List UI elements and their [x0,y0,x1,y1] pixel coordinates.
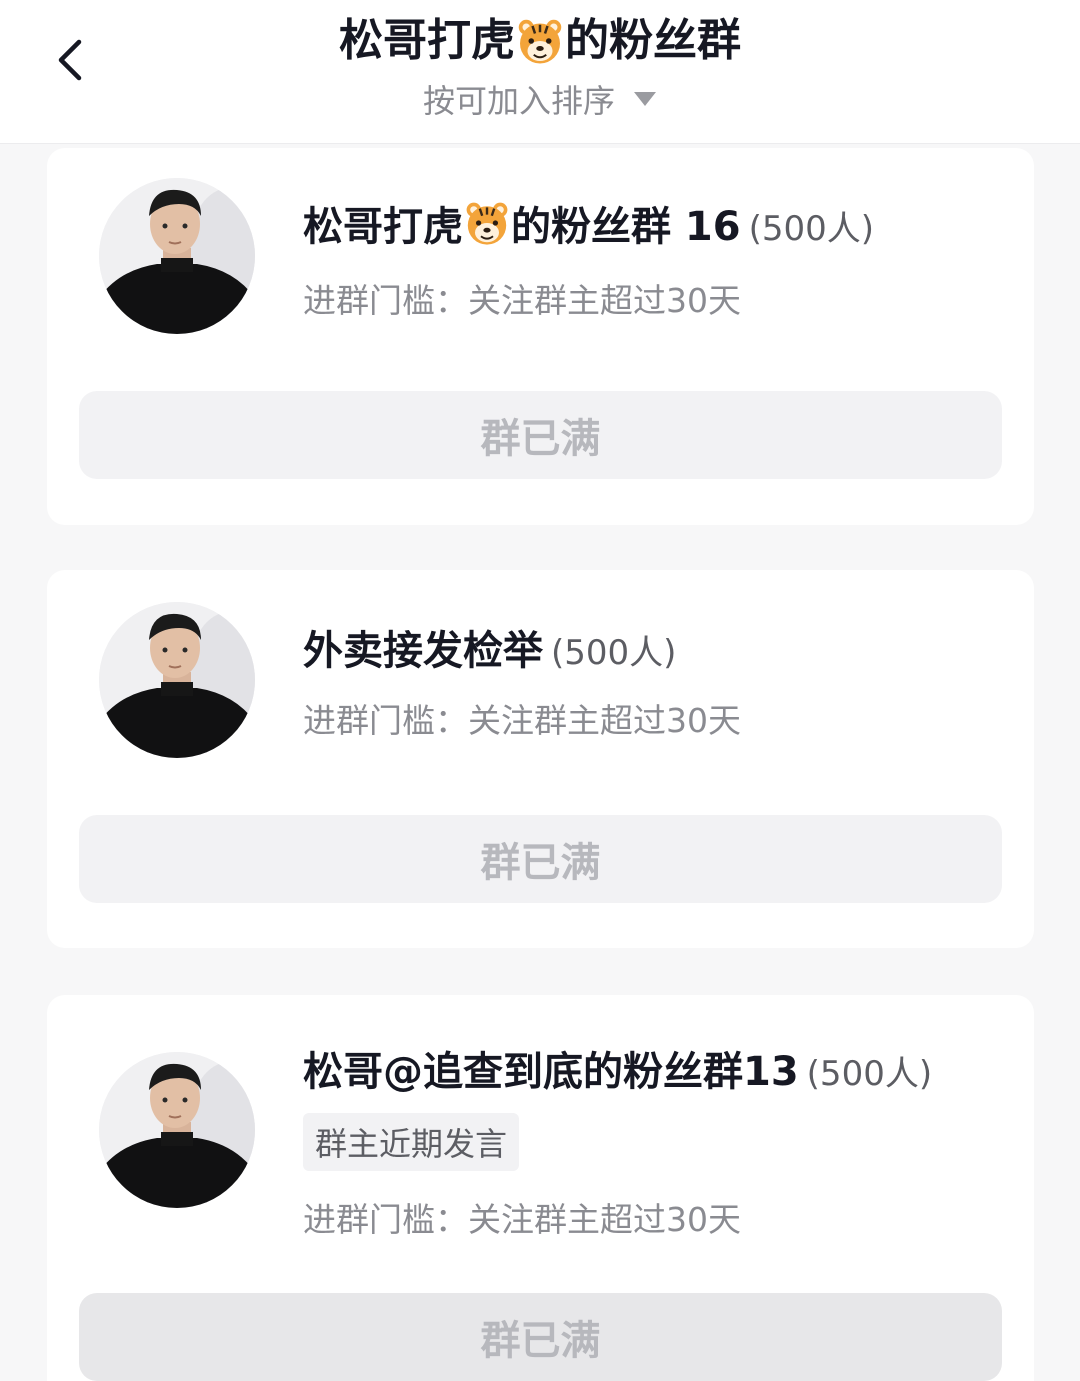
group-card[interactable]: 松哥打虎 的粉丝群 16 (500人) 进群门槛：关注群主超过30天 群已满 [47,148,1034,525]
join-threshold: 进群门槛：关注群主超过30天 [303,281,741,320]
group-name: 外卖接发检举 (500人) [303,618,676,676]
page-title-prefix: 松哥打虎 [339,15,515,66]
sort-label: 按可加入排序 [422,82,615,120]
group-name-text: 松哥@追查到底的粉丝群13 [303,1049,799,1095]
group-full-button[interactable]: 群已满 [79,391,1002,479]
member-count: (500人) [806,1054,933,1094]
tiger-face-icon [515,16,565,66]
triangle-down-icon [634,92,656,106]
tiger-face-icon [463,199,511,247]
group-full-button[interactable]: 群已满 [79,1293,1002,1381]
group-name: 松哥打虎 的粉丝群 16 (500人) [303,194,874,252]
owner-recent-post-badge: 群主近期发言 [303,1113,520,1171]
group-full-button[interactable]: 群已满 [79,815,1002,903]
group-avatar [99,1052,255,1208]
group-card[interactable]: 外卖接发检举 (500人) 进群门槛：关注群主超过30天 群已满 [47,570,1034,948]
join-threshold: 进群门槛：关注群主超过30天 [303,701,741,740]
member-count: (500人) [748,209,875,249]
group-avatar [99,602,255,758]
group-avatar [99,178,255,334]
group-name: 松哥@追查到底的粉丝群13 (500人) [303,1039,932,1097]
group-name-prefix: 松哥打虎 [303,204,463,250]
group-name-suffix: 的粉丝群 16 [511,204,741,250]
member-count: (500人) [551,633,677,673]
sort-selector[interactable]: 按可加入排序 [423,76,657,122]
page-title: 松哥打虎 的粉丝群 [339,12,741,70]
page-title-suffix: 的粉丝群 [565,15,741,66]
top-bar: 松哥打虎 的粉丝群 按可加入排序 [0,0,1080,144]
group-name-text: 外卖接发检举 [303,628,543,674]
join-threshold: 进群门槛：关注群主超过30天 [303,1200,741,1239]
group-card[interactable]: 松哥@追查到底的粉丝群13 (500人) 群主近期发言 进群门槛：关注群主超过3… [47,995,1034,1381]
